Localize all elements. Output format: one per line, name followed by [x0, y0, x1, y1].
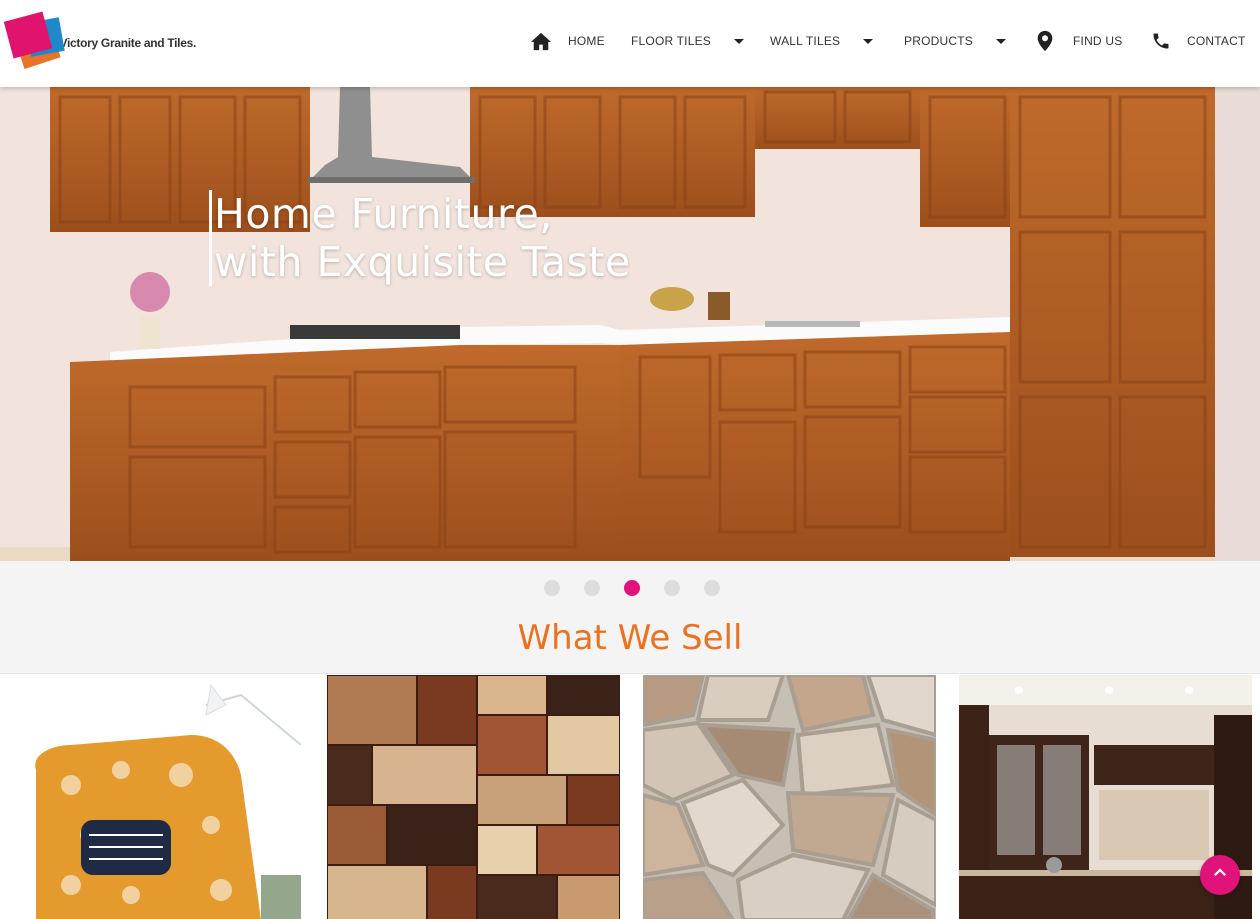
product-card-marble-tiles[interactable]: [327, 675, 620, 919]
nav-contact[interactable]: CONTACT: [1151, 28, 1246, 54]
hero-slider[interactable]: Home Furniture, with Exquisite Taste: [0, 87, 1260, 561]
caret-down-icon: [863, 38, 874, 44]
nav-products-label: PRODUCTS: [904, 34, 973, 48]
slider-dot[interactable]: [584, 580, 600, 596]
hero-title-line2: with Exquisite Taste: [214, 238, 631, 286]
site-header: Victory Granite and Tiles. HOME FLOOR TI…: [0, 0, 1260, 87]
nav-floor-tiles[interactable]: FLOOR TILES: [631, 28, 745, 54]
product-card-armchair[interactable]: [11, 675, 304, 919]
nav-wall-tiles-label: WALL TILES: [770, 34, 841, 48]
nav-wall-tiles[interactable]: WALL TILES: [770, 28, 874, 54]
nav-contact-label: CONTACT: [1187, 34, 1246, 48]
main-nav: HOME FLOOR TILES WALL TILES PRODUCTS FIN…: [0, 28, 1260, 54]
home-icon: [530, 31, 552, 51]
nav-find-us-label: FIND US: [1073, 34, 1123, 48]
location-pin-icon: [1036, 30, 1054, 52]
hero-caption: Home Furniture, with Exquisite Taste: [209, 190, 631, 286]
hero-title-line1: Home Furniture,: [214, 190, 553, 238]
armchair-image: [11, 675, 304, 919]
product-card-stone-tiles[interactable]: [643, 675, 936, 919]
nav-home-label: HOME: [568, 34, 605, 48]
marble-tiles-image: [327, 675, 620, 919]
nav-floor-tiles-label: FLOOR TILES: [631, 34, 712, 48]
slider-pagination: [544, 580, 720, 596]
nav-home[interactable]: HOME: [530, 28, 605, 54]
nav-find-us[interactable]: FIND US: [1036, 28, 1122, 54]
hero-kitchen-image: [0, 87, 1260, 561]
slider-dot[interactable]: [544, 580, 560, 596]
chevron-up-icon: [1211, 864, 1229, 887]
phone-icon: [1151, 31, 1171, 51]
scroll-top-button[interactable]: [1200, 855, 1240, 895]
slider-dot[interactable]: [664, 580, 680, 596]
caret-down-icon: [734, 38, 745, 44]
section-title: What We Sell: [517, 618, 743, 658]
caret-down-icon: [995, 38, 1006, 44]
nav-products[interactable]: PRODUCTS: [904, 28, 1006, 54]
product-grid: [0, 673, 1260, 919]
slider-dot[interactable]: [704, 580, 720, 596]
slider-dot[interactable]: [624, 580, 640, 596]
stone-tiles-image: [643, 675, 936, 919]
